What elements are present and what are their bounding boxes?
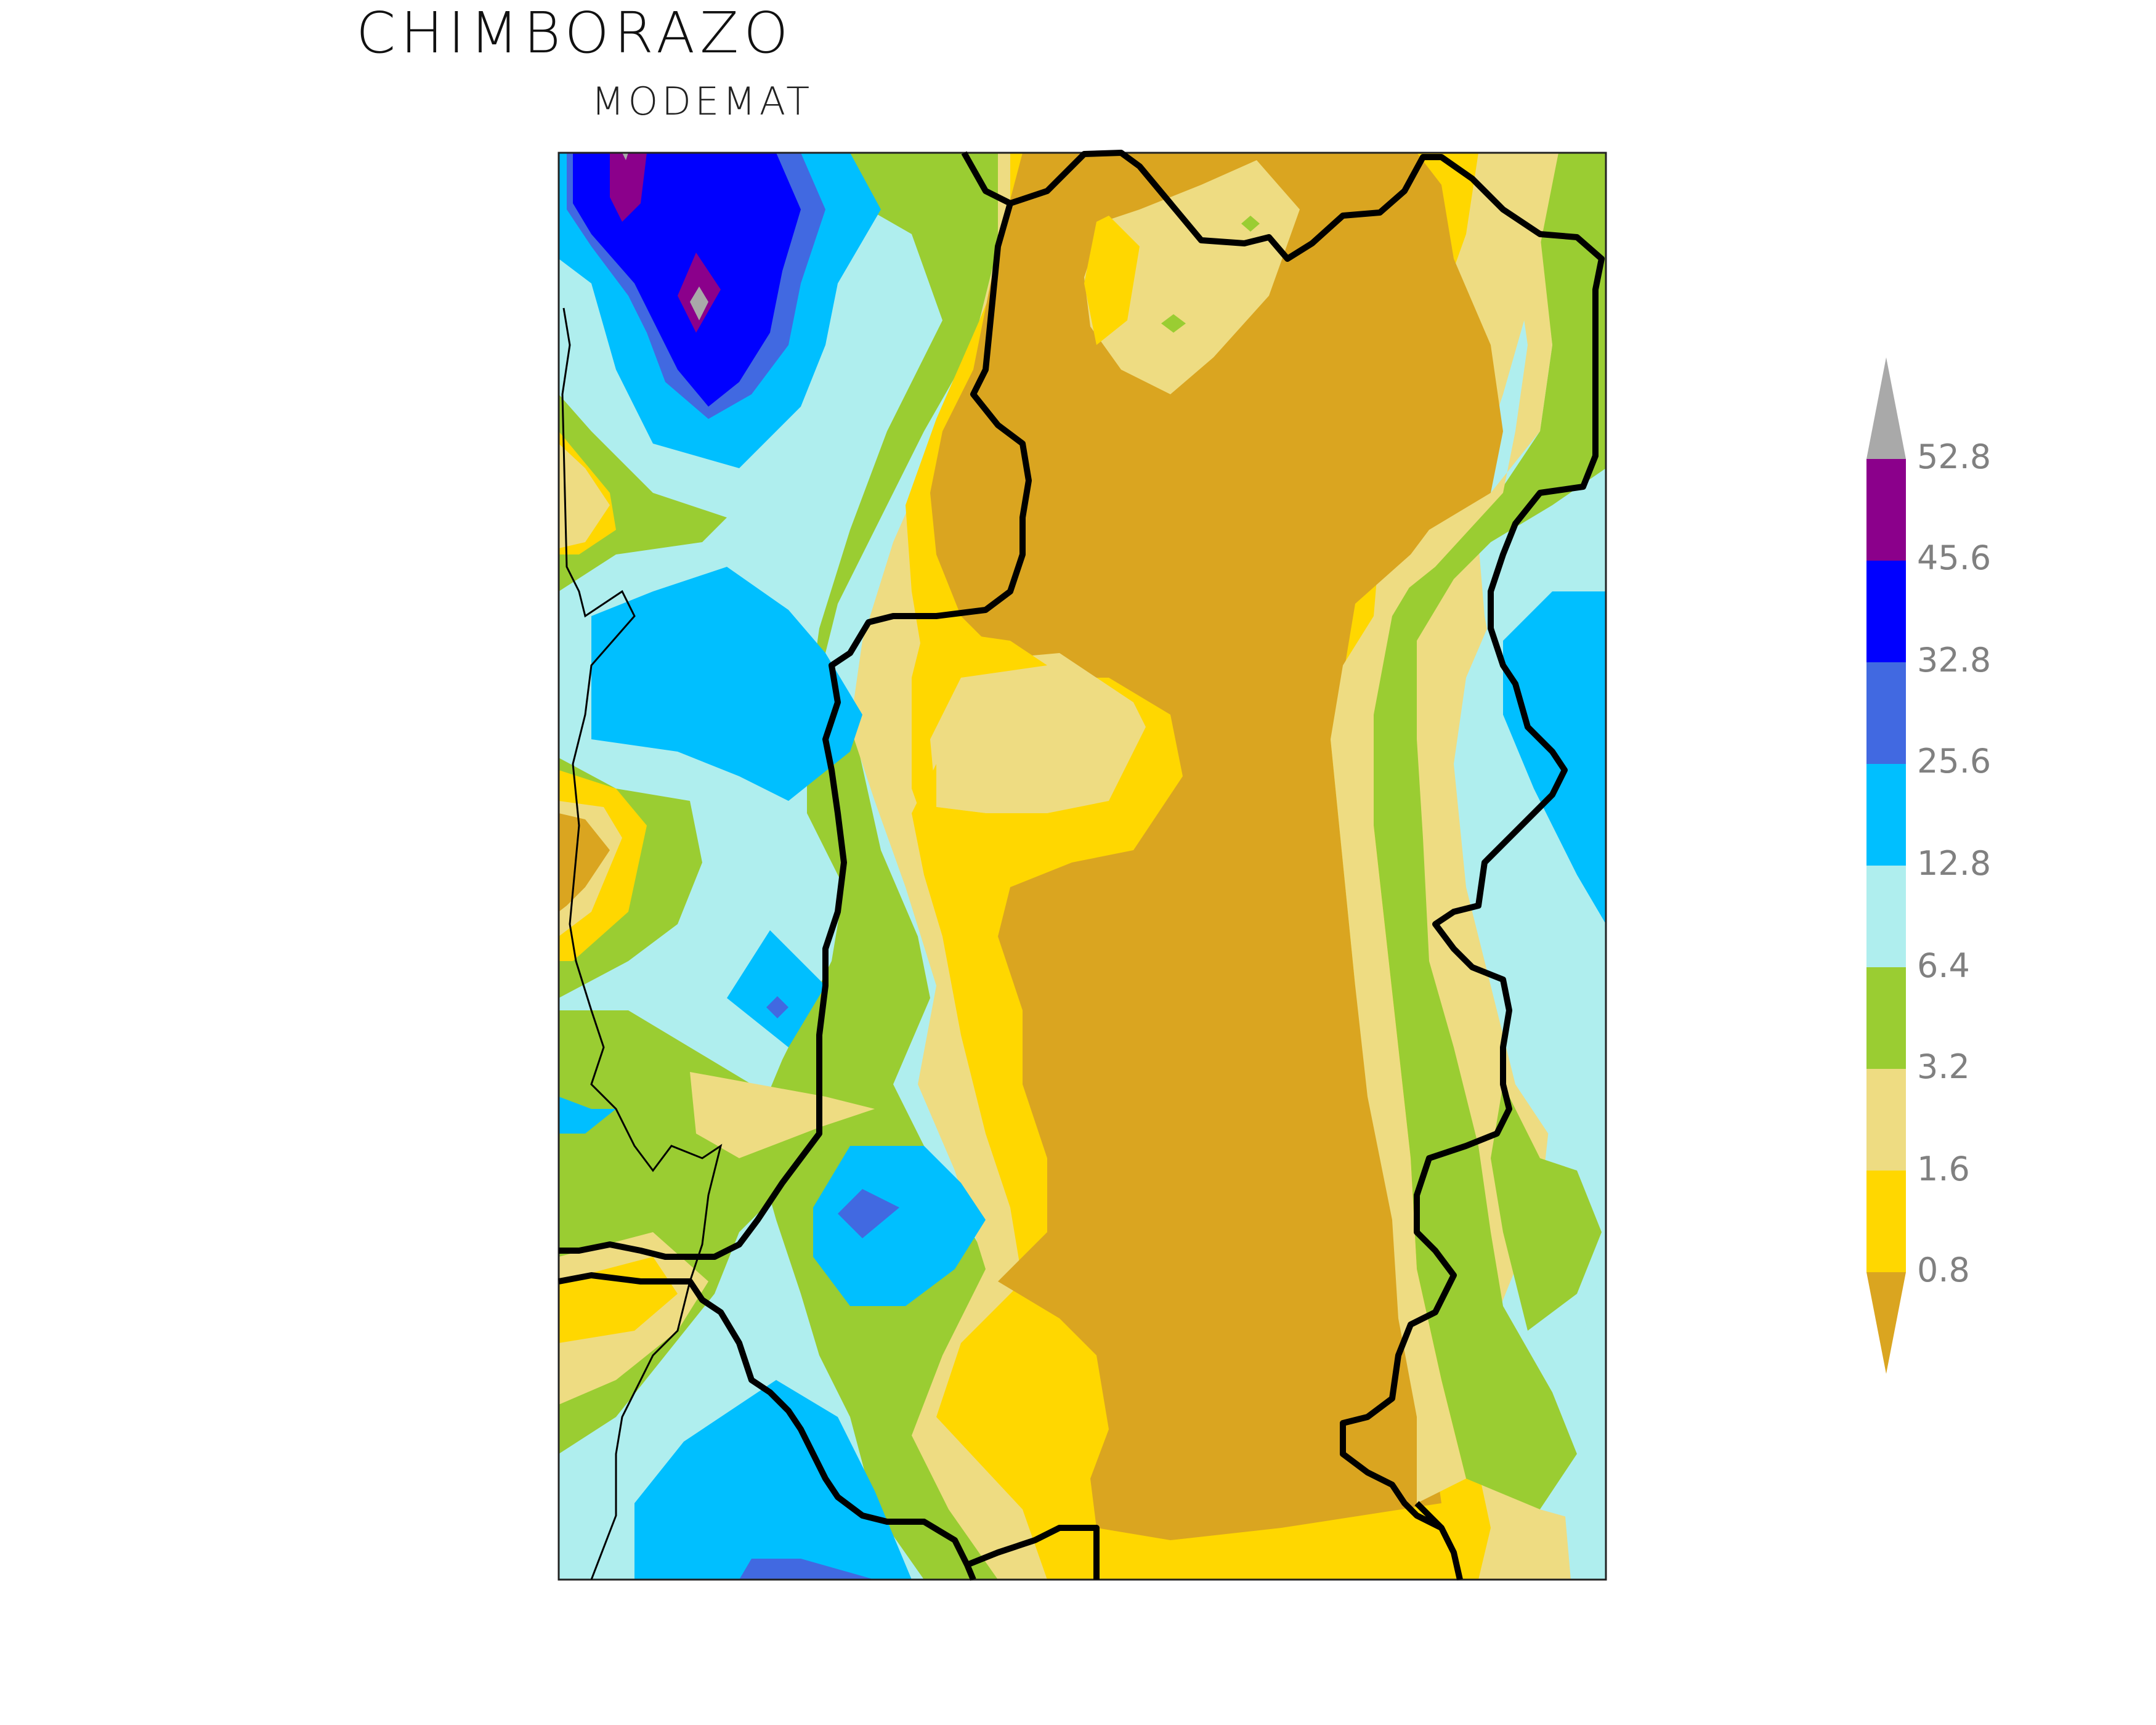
legend-swatch-above-52-8 [1866, 357, 1906, 459]
legend-label-25-6: 25.6 [1917, 742, 1992, 781]
legend-label-3-2: 3.2 [1917, 1047, 1970, 1086]
legend-label-32-8: 32.8 [1917, 641, 1992, 680]
legend-swatch-25-6-to-32-8 [1866, 662, 1906, 764]
legend-label-52-8: 52.8 [1917, 437, 1992, 476]
legend-swatch-0-8-to-1-6 [1866, 1171, 1906, 1272]
legend-swatch-6-4-to-12-8 [1866, 866, 1906, 967]
legend-swatch-45-6-to-52-8 [1866, 459, 1906, 561]
legend-colorbar [1866, 357, 1906, 1374]
legend-swatch-3-2-to-6-4 [1866, 967, 1906, 1069]
legend-label-0-8: 0.8 [1917, 1251, 1970, 1289]
filled-contours [559, 153, 1606, 1580]
legend-swatch-12-8-to-25-6 [1866, 764, 1906, 866]
legend-label-12-8: 12.8 [1917, 844, 1992, 883]
legend-swatch-32-8-to-45-6 [1866, 561, 1906, 662]
contour-map [557, 150, 1906, 1581]
legend-swatch-below-0-8 [1866, 1272, 1906, 1374]
legend-label-1-6: 1.6 [1917, 1150, 1970, 1188]
legend-swatch-1-6-to-3-2 [1866, 1069, 1906, 1171]
legend-label-45-6: 45.6 [1917, 538, 1992, 577]
legend-label-6-4: 6.4 [1917, 946, 1970, 985]
